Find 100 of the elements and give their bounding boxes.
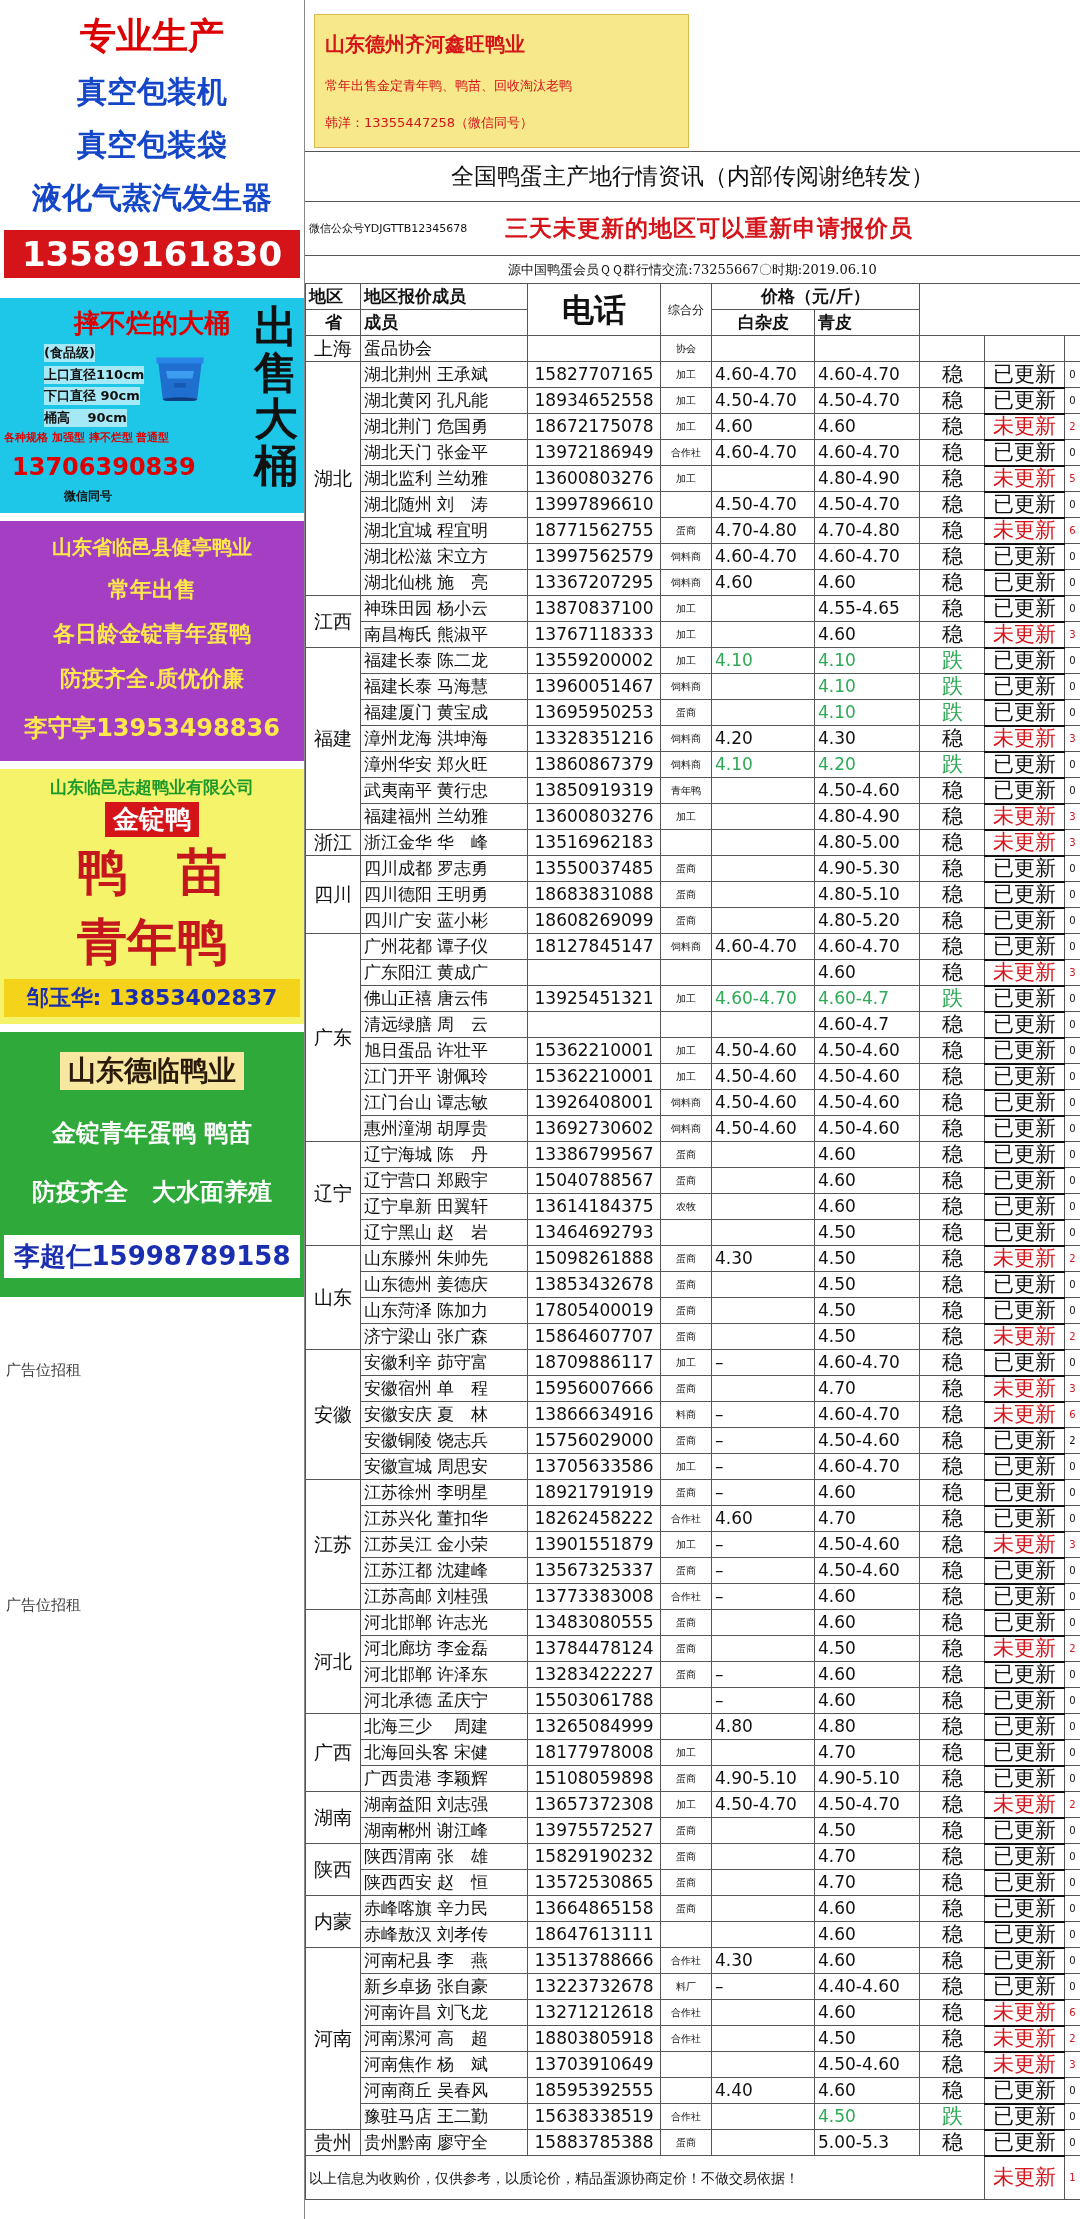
status-cell: 已更新 — [984, 2103, 1065, 2130]
trend-cell: 稳 — [919, 1843, 985, 1870]
type-cell: 加工 — [660, 361, 712, 388]
phone-cell: 13265084999 — [527, 1713, 661, 1740]
member-cell: 福建长泰 马海慧 — [360, 673, 528, 700]
ad-heading: 山东德州齐河鑫旺鸭业 — [325, 30, 526, 58]
member-cell: 辽宁海城 陈 丹 — [360, 1141, 528, 1168]
trend-cell: 稳 — [919, 803, 985, 830]
member-cell: 江苏吴江 金小荣 — [360, 1531, 528, 1558]
status-cell: 未更新 — [984, 1791, 1065, 1818]
member-cell: 江门开平 谢佩玲 — [360, 1063, 528, 1090]
type-cell: 蛋商 — [660, 907, 712, 934]
type-cell: 饲料商 — [660, 751, 712, 778]
status-cell: 已更新 — [984, 1219, 1065, 1246]
type-cell: 蛋商 — [660, 1609, 712, 1636]
price-cell: 4.50-4.60 — [814, 1089, 920, 1116]
trend-cell: 稳 — [919, 1635, 985, 1662]
advertisement-banner[interactable]: 山东德临鸭业 金锭青年蛋鸭 鸭苗 防疫齐全 大水面养殖 李超仁15998789158 — [0, 1032, 304, 1297]
status-cell: 未更新 — [984, 2051, 1065, 2078]
trend-cell: 稳 — [919, 1791, 985, 1818]
price-cell: 4.60 — [814, 1921, 920, 1948]
price-cell: 4.40 — [711, 2077, 815, 2104]
phone-cell: 17805400019 — [527, 1297, 661, 1324]
trend-cell: 稳 — [919, 1063, 985, 1090]
price-cell: – — [711, 1531, 815, 1558]
province-cell: 四川 — [305, 855, 361, 934]
status-cell: 已更新 — [984, 1297, 1065, 1324]
status-cell: 已更新 — [984, 2129, 1065, 2156]
phone-cell: 13870837100 — [527, 595, 661, 622]
member-cell: 清远绿膳 周 云 — [360, 1011, 528, 1038]
status-cell: 已更新 — [984, 2077, 1065, 2104]
price-cell: 4.70 — [814, 1739, 920, 1766]
type-cell: 蛋商 — [660, 1843, 712, 1870]
member-cell: 漳州龙海 洪坤海 — [360, 725, 528, 752]
price-cell: 4.60-4.70 — [711, 439, 815, 466]
trend-cell: 跌 — [919, 2103, 985, 2130]
ad-text: 微信同号 — [64, 488, 112, 506]
type-cell: 饲料商 — [660, 673, 712, 700]
price-cell: 4.50-4.70 — [814, 387, 920, 414]
phone-cell: 13853432678 — [527, 1271, 661, 1298]
ad-badge: 金锭鸭 — [105, 801, 199, 837]
phone-cell: 13692730602 — [527, 1115, 661, 1142]
ad-phone: 李守亭13953498836 — [23, 712, 281, 744]
type-cell: 合作社 — [660, 2025, 712, 2052]
status-cell: 已更新 — [984, 1063, 1065, 1090]
phone-cell: 13516962183 — [527, 829, 661, 856]
trend-cell: 稳 — [919, 1973, 985, 2000]
type-cell: 加工 — [660, 1453, 712, 1480]
type-cell: 蛋商 — [660, 1817, 712, 1844]
price-cell: – — [711, 1583, 815, 1610]
status-cell: 已更新 — [984, 855, 1065, 882]
type-cell: 合作社 — [660, 2103, 712, 2130]
price-cell: 4.70-4.80 — [711, 517, 815, 544]
advertisement-banner[interactable]: 摔不烂的大桶 (食品级) 上口直径110cm 下口直径 90cm 桶高 90cm 各种规格 加强型 摔不烂型 普通型 13706390839 微信同号 出售大桶 — [0, 298, 304, 513]
type-cell: 蛋商 — [660, 1167, 712, 1194]
phone-cell: 15956007666 — [527, 1375, 661, 1402]
member-cell: 北海三少 周建 — [360, 1713, 528, 1740]
phone-cell: 15883785388 — [527, 2129, 661, 2156]
phone-cell: 13271212618 — [527, 1999, 661, 2026]
phone-cell: 18608269099 — [527, 907, 661, 934]
price-cell: – — [711, 1479, 815, 1506]
price-cell: 4.10 — [711, 751, 815, 778]
price-cell: 4.60 — [814, 1687, 920, 1714]
price-cell: – — [711, 1401, 815, 1428]
type-cell: 加工 — [660, 1349, 712, 1376]
status-cell: 已更新 — [984, 439, 1065, 466]
phone-cell: 13850919319 — [527, 777, 661, 804]
trend-cell: 稳 — [919, 1089, 985, 1116]
trend-cell: 稳 — [919, 1453, 985, 1480]
type-cell: 加工 — [660, 1531, 712, 1558]
trend-cell: 跌 — [919, 985, 985, 1012]
type-cell: 加工 — [660, 413, 712, 440]
type-cell: 加工 — [660, 1063, 712, 1090]
header-cell: 白杂皮 — [711, 309, 815, 336]
footer-note: 以上信息为收购价，仅供参考，以质论价，精品蛋源协商定价！不做交易依据！ — [305, 2155, 985, 2200]
price-cell: 4.50 — [814, 2103, 920, 2130]
phone-cell: 13367207295 — [527, 569, 661, 596]
trend-cell: 稳 — [919, 569, 985, 596]
status-cell: 未更新 — [984, 1999, 1065, 2026]
member-cell: 福建长泰 陈二龙 — [360, 647, 528, 674]
phone-cell: 18771562755 — [527, 517, 661, 544]
member-cell: 辽宁阜新 田翼轩 — [360, 1193, 528, 1220]
advertisement-banner[interactable]: 山东临邑志超鸭业有限公司 金锭鸭 鸭 苗 青年鸭 邹玉华: 13853402837 — [0, 769, 304, 1024]
advertisement-banner[interactable]: 山东省临邑县健亭鸭业 常年出售 各日龄金锭青年蛋鸭 防疫齐全.质优价廉 李守亭13953498836 — [0, 521, 304, 761]
province-cell: 内蒙 — [305, 1895, 361, 1948]
price-cell: 4.60 — [814, 2077, 920, 2104]
ad-text: 青年鸭 — [77, 912, 227, 974]
phone-cell: 15040788567 — [527, 1167, 661, 1194]
status-cell: 已更新 — [984, 699, 1065, 726]
price-cell: 4.70 — [814, 1375, 920, 1402]
member-cell: 福建厦门 黄宝成 — [360, 699, 528, 726]
trend-cell: 稳 — [919, 881, 985, 908]
status-cell: 已更新 — [984, 569, 1065, 596]
status-cell: 已更新 — [984, 647, 1065, 674]
trend-cell: 稳 — [919, 465, 985, 492]
price-cell: 4.30 — [814, 725, 920, 752]
province-cell: 湖南 — [305, 1791, 361, 1844]
trend-cell: 稳 — [919, 1609, 985, 1636]
type-cell: 蛋商 — [660, 1661, 712, 1688]
advertisement-banner[interactable]: 山东德州齐河鑫旺鸭业 常年出售金定青年鸭、鸭苗、回收淘汰老鸭 韩洋：13355447258（微信同号） — [314, 14, 689, 148]
